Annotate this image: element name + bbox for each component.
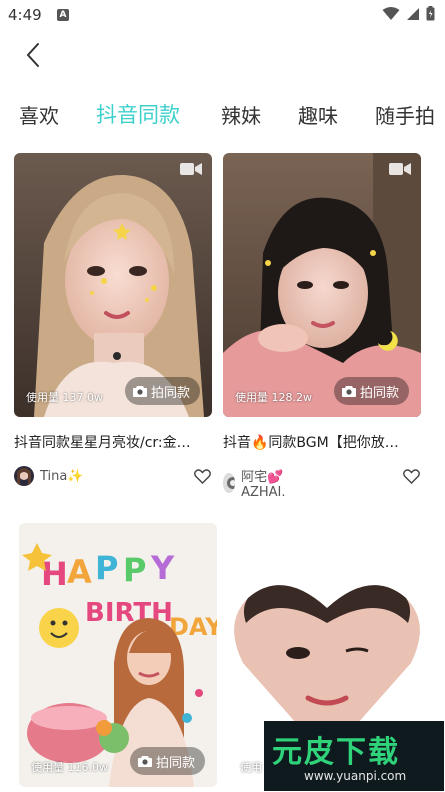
author-name: Tina✨: [40, 468, 84, 484]
usage-count: 使用量 137.0w: [26, 391, 103, 404]
tab-snapshot[interactable]: 随手拍: [375, 100, 435, 129]
shoot-same-button[interactable]: 拍同款: [124, 377, 200, 405]
usage-count: 使用量 128.2w: [235, 391, 312, 404]
card-title: 抖音同款星星月亮妆/cr:金…: [14, 435, 191, 451]
signal-icon: [407, 7, 419, 20]
watermark-url: www.yuanpi.com: [304, 769, 407, 783]
tab-douyin-same[interactable]: 抖音同款: [96, 99, 180, 129]
shoot-same-label: 拍同款: [359, 385, 399, 401]
status-icons: [382, 6, 435, 21]
shoot-same-button[interactable]: 拍同款: [333, 377, 409, 405]
usage-count: 使用量 116.0w: [31, 761, 108, 774]
svg-text:Y: Y: [150, 549, 175, 587]
category-tabs: 喜欢 抖音同款 辣妹 趣味 随手拍: [0, 100, 445, 136]
camera-icon: [341, 386, 356, 397]
heart-icon[interactable]: [403, 469, 420, 484]
watermark-logo: 元皮下载 www.yuanpi.com: [264, 721, 444, 791]
video-thumbnail[interactable]: H A P P Y BIRTH DAY 使用量 116.0w 拍同款: [19, 523, 217, 787]
svg-text:P: P: [123, 551, 146, 589]
svg-text:H: H: [41, 555, 68, 593]
watermark-title: 元皮下载: [272, 735, 400, 770]
status-time: 4:49: [8, 6, 42, 24]
camera-icon: [137, 756, 152, 767]
heart-icon[interactable]: [194, 469, 211, 484]
shoot-same-label: 拍同款: [150, 385, 190, 401]
svg-text:A: A: [67, 553, 92, 591]
battery-icon: [426, 6, 435, 21]
wifi-icon: [382, 6, 400, 20]
back-button[interactable]: [18, 40, 48, 70]
status-bar: 4:49 A: [0, 0, 445, 30]
card-title: 抖音🔥同款BGM【把你放…: [223, 435, 399, 451]
author-name: 阿宅💕AZHAI.: [241, 470, 286, 500]
video-camera-icon: [180, 163, 202, 175]
camera-icon: [132, 386, 147, 397]
notification-icon: A: [57, 9, 69, 21]
tab-fun[interactable]: 趣味: [298, 100, 338, 129]
usage-count: 使用: [240, 761, 262, 774]
svg-text:P: P: [95, 549, 118, 587]
author-info[interactable]: Tina✨: [14, 466, 84, 486]
video-thumbnail[interactable]: 使用量 128.2w 拍同款: [223, 153, 421, 417]
avatar: [223, 473, 236, 493]
shoot-same-button[interactable]: 拍同款: [129, 747, 205, 775]
tab-like[interactable]: 喜欢: [19, 100, 59, 129]
shoot-same-label: 拍同款: [155, 755, 195, 771]
avatar: [14, 466, 34, 486]
tab-hot-girl[interactable]: 辣妹: [221, 100, 261, 129]
chevron-left-icon: [26, 43, 39, 67]
author-info[interactable]: 阿宅💕AZHAI.: [223, 466, 293, 500]
video-thumbnail[interactable]: 使用量 137.0w 拍同款: [14, 153, 212, 417]
video-camera-icon: [389, 163, 411, 175]
